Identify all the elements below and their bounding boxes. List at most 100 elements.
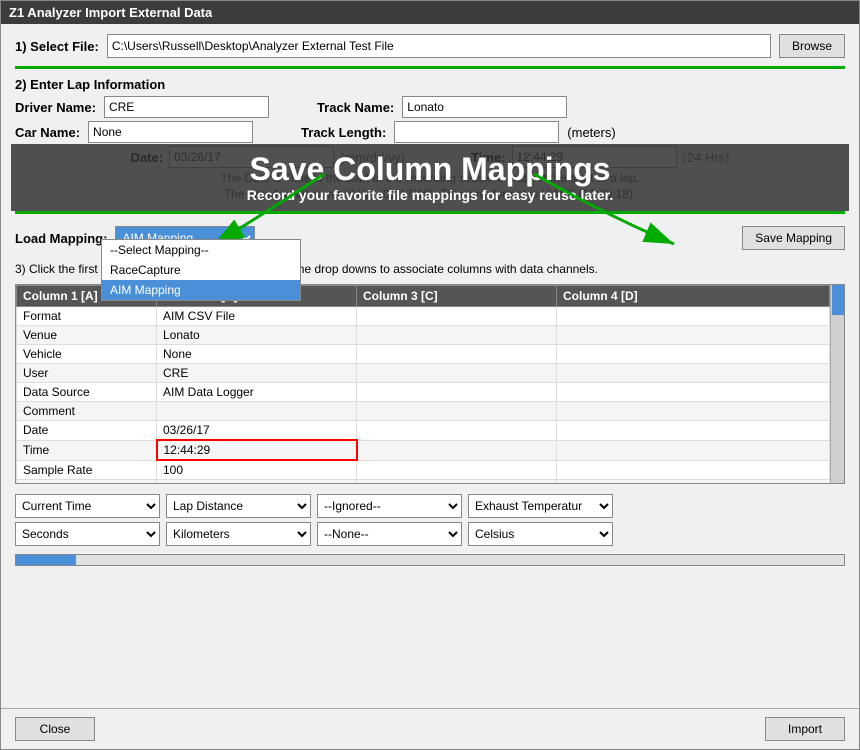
dropdown-option-aim[interactable]: AIM Mapping: [102, 280, 300, 300]
mapping-dropdown-popup: --Select Mapping-- RaceCapture AIM Mappi…: [101, 239, 301, 301]
unit-dropdown-3[interactable]: --None-- --Ignored--: [317, 522, 462, 546]
table-cell: [557, 307, 830, 326]
close-button[interactable]: Close: [15, 717, 95, 741]
track-length-label: Track Length:: [301, 125, 386, 140]
table-cell: 931.000: [157, 480, 357, 484]
file-path-input[interactable]: [107, 34, 771, 58]
main-content: 1) Select File: Browse 2) Enter Lap Info…: [1, 24, 859, 708]
step1-section: 1) Select File: Browse: [15, 34, 845, 58]
time-input[interactable]: [512, 146, 677, 168]
save-mapping-button[interactable]: Save Mapping: [742, 226, 845, 250]
table-cell: [357, 307, 557, 326]
table-row: Sample Rate100: [17, 460, 830, 480]
track-length-unit: (meters): [567, 125, 615, 140]
time-label: Time:: [471, 150, 505, 165]
unit-dropdown-4[interactable]: Celsius Fahrenheit: [468, 522, 613, 546]
table-cell: [557, 480, 830, 484]
table-cell: CRE: [157, 364, 357, 383]
main-window: Z1 Analyzer Import External Data 1) Sele…: [0, 0, 860, 750]
table-row: Time12:44:29: [17, 440, 830, 460]
time-format: (24 Hrs): [683, 150, 730, 165]
data-table: Column 1 [A] Column 2 [B] Column 3 [C] C…: [16, 285, 830, 483]
table-cell: Vehicle: [17, 345, 157, 364]
table-cell: [357, 383, 557, 402]
table-row: VehicleNone: [17, 345, 830, 364]
divider-line-2: [15, 211, 845, 214]
title-bar: Z1 Analyzer Import External Data: [1, 1, 859, 24]
table-row: FormatAIM CSV File: [17, 307, 830, 326]
table-cell: [357, 460, 557, 480]
driver-input[interactable]: [104, 96, 269, 118]
track-input[interactable]: [402, 96, 567, 118]
driver-row: Driver Name: Track Name:: [15, 96, 845, 118]
table-cell: User: [17, 364, 157, 383]
table-cell: [357, 440, 557, 460]
car-input[interactable]: [88, 121, 253, 143]
dropdown-option-racecapture[interactable]: RaceCapture: [102, 260, 300, 280]
table-cell: [557, 440, 830, 460]
channel-dropdown-2[interactable]: Lap Distance Lap Time Speed: [166, 494, 311, 518]
dropdown-group-3: --Ignored-- --None-- Speed --None-- --Ig…: [317, 494, 462, 546]
table-cell: Time: [17, 440, 157, 460]
step2-label: 2) Enter Lap Information: [15, 77, 845, 92]
table-row: Duration931.000: [17, 480, 830, 484]
col-header-c[interactable]: Column 3 [C]: [357, 286, 557, 307]
table-cell: [357, 326, 557, 345]
table-cell: Venue: [17, 326, 157, 345]
step1-label: 1) Select File:: [15, 39, 99, 54]
table-cell: Sample Rate: [17, 460, 157, 480]
table-cell: [557, 402, 830, 421]
col-header-d[interactable]: Column 4 [D]: [557, 286, 830, 307]
table-cell: Duration: [17, 480, 157, 484]
date-input[interactable]: [169, 146, 334, 168]
data-table-wrapper: Column 1 [A] Column 2 [B] Column 3 [C] C…: [15, 284, 845, 484]
browse-button[interactable]: Browse: [779, 34, 845, 58]
table-body: FormatAIM CSV FileVenueLonatoVehicleNone…: [17, 307, 830, 484]
hint2: The date format is mm/dd/yy (01/17/19). …: [15, 187, 845, 201]
import-button[interactable]: Import: [765, 717, 845, 741]
table-scrollbar[interactable]: [830, 285, 844, 483]
table-cell: Date: [17, 421, 157, 441]
dropdown-group-2: Lap Distance Lap Time Speed Kilometers M…: [166, 494, 311, 546]
table-row: Date03/26/17: [17, 421, 830, 441]
table-cell: [557, 326, 830, 345]
table-cell: [557, 421, 830, 441]
table-cell: Data Source: [17, 383, 157, 402]
track-label: Track Name:: [317, 100, 394, 115]
channel-dropdown-1[interactable]: Current Time Lap Time Speed RPM: [15, 494, 160, 518]
table-cell: AIM Data Logger: [157, 383, 357, 402]
table-row: Comment: [17, 402, 830, 421]
table-cell: Lonato: [157, 326, 357, 345]
track-length-input[interactable]: [394, 121, 559, 143]
date-format: (mm/dd/yy): [340, 150, 405, 165]
table-cell: [557, 364, 830, 383]
dropdown-group-1: Current Time Lap Time Speed RPM Seconds …: [15, 494, 160, 546]
table-cell: 12:44:29: [157, 440, 357, 460]
footer: Close Import: [1, 708, 859, 749]
load-mapping-label: Load Mapping:: [15, 231, 107, 246]
table-cell: [357, 364, 557, 383]
hint1: The Date & Time is the start of the reco…: [15, 171, 845, 185]
date-row: Date: (mm/dd/yy) Time: (24 Hrs): [15, 146, 845, 168]
unit-dropdown-1[interactable]: Seconds Milliseconds Minutes: [15, 522, 160, 546]
driver-label: Driver Name:: [15, 100, 96, 115]
table-cell: Comment: [17, 402, 157, 421]
table-cell: [557, 345, 830, 364]
table-row: Data SourceAIM Data Logger: [17, 383, 830, 402]
table-cell: [157, 402, 357, 421]
unit-dropdown-2[interactable]: Kilometers Miles Meters: [166, 522, 311, 546]
dropdown-option-select[interactable]: --Select Mapping--: [102, 240, 300, 260]
table-cell: [357, 480, 557, 484]
table-cell: 100: [157, 460, 357, 480]
progress-bar-container: [15, 554, 845, 566]
channel-dropdown-3[interactable]: --Ignored-- --None-- Speed: [317, 494, 462, 518]
progress-bar: [16, 555, 76, 565]
table-row: UserCRE: [17, 364, 830, 383]
step2-section: 2) Enter Lap Information Driver Name: Tr…: [15, 77, 845, 203]
table-cell: [357, 345, 557, 364]
table-cell: AIM CSV File: [157, 307, 357, 326]
channel-dropdown-4[interactable]: Exhaust Temperatur Oil Temp Water Temp: [468, 494, 613, 518]
table-cell: [557, 460, 830, 480]
bottom-dropdowns: Current Time Lap Time Speed RPM Seconds …: [15, 494, 845, 546]
car-row: Car Name: Track Length: (meters): [15, 121, 845, 143]
